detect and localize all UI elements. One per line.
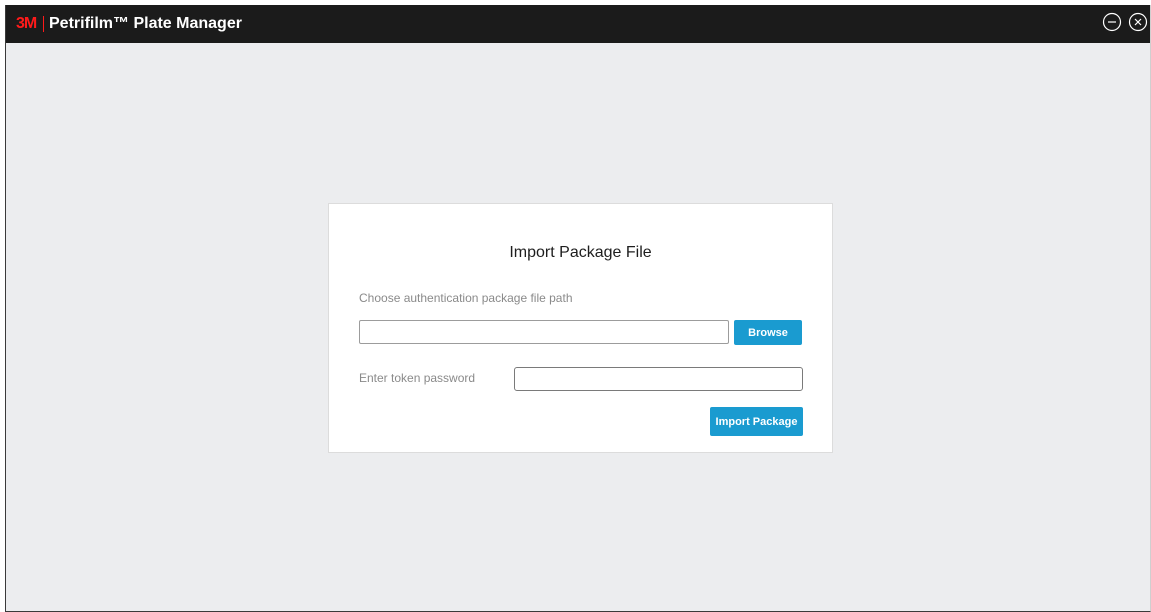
brand-divider [43,16,44,32]
import-package-dialog: Import Package File Choose authenticatio… [328,203,833,453]
app-title: Petrifilm™ Plate Manager [49,15,242,32]
import-package-button[interactable]: Import Package [710,407,803,436]
brand-logo: 3M [16,15,37,32]
file-path-input[interactable] [359,320,729,344]
browse-button[interactable]: Browse [734,320,802,345]
title-bar: 3M Petrifilm™ Plate Manager [6,5,1150,43]
minus-circle-icon [1102,12,1122,32]
close-button[interactable] [1128,12,1148,32]
app-window: 3M Petrifilm™ Plate Manager Import Packa… [5,5,1151,612]
file-path-label: Choose authentication package file path [359,291,573,305]
password-label: Enter token password [359,371,476,385]
x-circle-icon [1128,12,1148,32]
minimize-button[interactable] [1102,12,1122,32]
dialog-title: Import Package File [509,244,652,261]
window-controls [1102,12,1148,32]
token-password-input[interactable] [514,367,803,391]
